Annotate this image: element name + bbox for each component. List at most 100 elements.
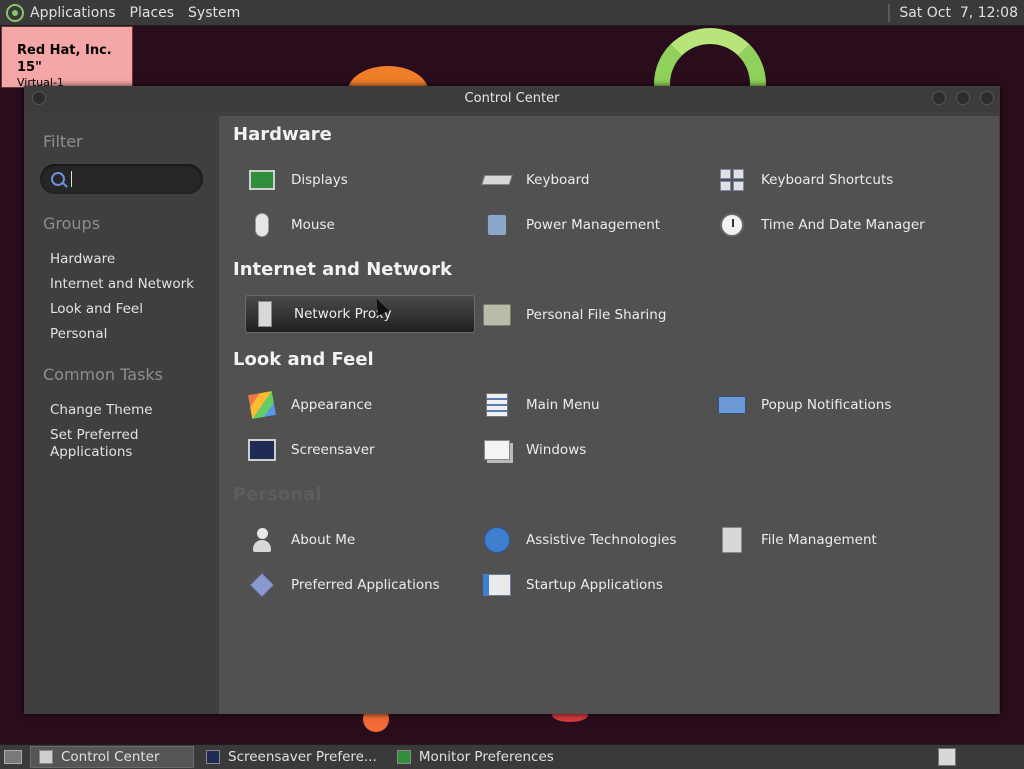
appearance-icon bbox=[247, 390, 277, 420]
osd-title: Red Hat, Inc. 15" bbox=[17, 43, 112, 75]
item-time-and-date[interactable]: Time And Date Manager bbox=[701, 206, 931, 244]
item-label: Keyboard bbox=[526, 172, 590, 188]
close-button[interactable] bbox=[980, 91, 994, 105]
item-label: Main Menu bbox=[526, 397, 600, 413]
menu-places[interactable]: Places bbox=[130, 5, 175, 21]
item-label: Personal File Sharing bbox=[526, 307, 667, 323]
search-icon bbox=[51, 172, 65, 186]
section-title-personal: Personal bbox=[233, 484, 322, 505]
minimize-button[interactable] bbox=[932, 91, 946, 105]
item-power-management[interactable]: Power Management bbox=[466, 206, 696, 244]
file-management-icon bbox=[717, 525, 747, 555]
item-label: Startup Applications bbox=[526, 577, 663, 593]
item-assistive-technologies[interactable]: Assistive Technologies bbox=[466, 521, 696, 559]
item-startup-applications[interactable]: Startup Applications bbox=[466, 566, 696, 604]
distro-logo-icon[interactable] bbox=[6, 3, 24, 22]
task-change-theme[interactable]: Change Theme bbox=[50, 402, 153, 419]
task-label: Screensaver Prefere... bbox=[228, 749, 377, 765]
item-label: Assistive Technologies bbox=[526, 532, 677, 548]
network-proxy-icon bbox=[250, 299, 280, 329]
sidebar-item-hardware[interactable]: Hardware bbox=[50, 251, 115, 268]
item-label: Power Management bbox=[526, 217, 661, 233]
item-label: Preferred Applications bbox=[291, 577, 440, 593]
main-menu-icon bbox=[482, 390, 512, 420]
control-center-window: Control Center Filter Groups Hardware In… bbox=[24, 86, 1000, 714]
keyboard-icon bbox=[481, 165, 513, 195]
item-windows[interactable]: Windows bbox=[466, 431, 696, 469]
section-title-internet-and-network: Internet and Network bbox=[233, 259, 452, 280]
item-about-me[interactable]: About Me bbox=[231, 521, 461, 559]
item-label: Appearance bbox=[291, 397, 373, 413]
task-label: Monitor Preferences bbox=[418, 749, 554, 765]
top-panel: Applications Places System Sat Oct 7, 12… bbox=[0, 0, 1024, 26]
text-caret bbox=[71, 171, 72, 187]
clock-icon bbox=[717, 210, 747, 240]
sidebar-item-look-and-feel[interactable]: Look and Feel bbox=[50, 301, 143, 318]
item-label: Keyboard Shortcuts bbox=[761, 172, 894, 188]
window-menu-button[interactable] bbox=[32, 91, 46, 105]
screensaver-icon bbox=[206, 750, 220, 764]
item-label: Time And Date Manager bbox=[761, 217, 925, 233]
search-input[interactable] bbox=[40, 164, 203, 194]
item-keyboard[interactable]: Keyboard bbox=[466, 161, 696, 199]
item-keyboard-shortcuts[interactable]: Keyboard Shortcuts bbox=[701, 161, 931, 199]
sidebar: Filter Groups Hardware Internet and Netw… bbox=[24, 112, 218, 714]
section-title-look-and-feel: Look and Feel bbox=[233, 349, 374, 370]
menu-system[interactable]: System bbox=[188, 5, 240, 21]
bottom-panel: Control Center Screensaver Prefere... Mo… bbox=[0, 744, 1024, 769]
about-me-icon bbox=[247, 525, 277, 555]
sidebar-item-internet-and-network[interactable]: Internet and Network bbox=[50, 276, 194, 293]
groups-heading: Groups bbox=[43, 214, 101, 233]
sidebar-item-personal[interactable]: Personal bbox=[50, 326, 107, 343]
startup-apps-icon bbox=[482, 570, 512, 600]
menu-applications[interactable]: Applications bbox=[30, 5, 116, 21]
control-center-icon bbox=[39, 750, 53, 764]
taskbar-item-control-center[interactable]: Control Center bbox=[30, 746, 194, 768]
section-title-hardware: Hardware bbox=[233, 124, 332, 145]
panel-separator bbox=[888, 3, 891, 22]
windows-icon bbox=[482, 435, 512, 465]
mouse-icon bbox=[247, 210, 277, 240]
item-network-proxy[interactable]: Network Proxy bbox=[245, 295, 475, 333]
item-screensaver[interactable]: Screensaver bbox=[231, 431, 461, 469]
item-label: Screensaver bbox=[291, 442, 375, 458]
item-displays[interactable]: Displays bbox=[231, 161, 461, 199]
display-icon bbox=[396, 750, 411, 764]
item-label: Windows bbox=[526, 442, 587, 458]
show-desktop-icon[interactable] bbox=[4, 750, 22, 764]
folder-share-icon bbox=[482, 300, 512, 330]
screensaver-icon bbox=[247, 435, 277, 465]
power-management-icon bbox=[482, 210, 512, 240]
item-appearance[interactable]: Appearance bbox=[231, 386, 461, 424]
window-title: Control Center bbox=[464, 91, 560, 106]
monitor-osd: Red Hat, Inc. 15" Virtual-1 bbox=[1, 26, 133, 89]
workspace-switcher-icon[interactable] bbox=[938, 748, 956, 766]
item-label: Popup Notifications bbox=[761, 397, 892, 413]
item-preferred-applications[interactable]: Preferred Applications bbox=[231, 566, 461, 604]
taskbar-item-monitor-preferences[interactable]: Monitor Preferences bbox=[389, 746, 562, 768]
item-personal-file-sharing[interactable]: Personal File Sharing bbox=[466, 296, 696, 334]
clock[interactable]: Sat Oct 7, 12:08 bbox=[899, 5, 1018, 21]
item-popup-notifications[interactable]: Popup Notifications bbox=[701, 386, 931, 424]
clock-area: Sat Oct 7, 12:08 bbox=[888, 3, 1024, 22]
common-tasks-heading: Common Tasks bbox=[43, 365, 164, 384]
item-main-menu[interactable]: Main Menu bbox=[466, 386, 696, 424]
taskbar-item-screensaver[interactable]: Screensaver Prefere... bbox=[198, 746, 385, 768]
item-label: File Management bbox=[761, 532, 877, 548]
task-set-preferred-applications[interactable]: Set Preferred Applications bbox=[50, 427, 180, 461]
maximize-button[interactable] bbox=[956, 91, 970, 105]
item-mouse[interactable]: Mouse bbox=[231, 206, 461, 244]
popup-notifications-icon bbox=[717, 390, 747, 420]
item-label: Displays bbox=[291, 172, 348, 188]
display-icon bbox=[247, 165, 277, 195]
item-label: About Me bbox=[291, 532, 356, 548]
preferred-apps-icon bbox=[247, 570, 277, 600]
filter-heading: Filter bbox=[43, 132, 83, 151]
task-label: Control Center bbox=[61, 749, 160, 765]
item-file-management[interactable]: File Management bbox=[701, 521, 931, 559]
accessibility-icon bbox=[482, 525, 512, 555]
keyboard-shortcuts-icon bbox=[717, 165, 747, 195]
content-area: Hardware Displays Keyboard Keyboard Shor… bbox=[219, 116, 999, 714]
window-titlebar[interactable]: Control Center bbox=[24, 86, 1000, 112]
item-label: Mouse bbox=[291, 217, 335, 233]
